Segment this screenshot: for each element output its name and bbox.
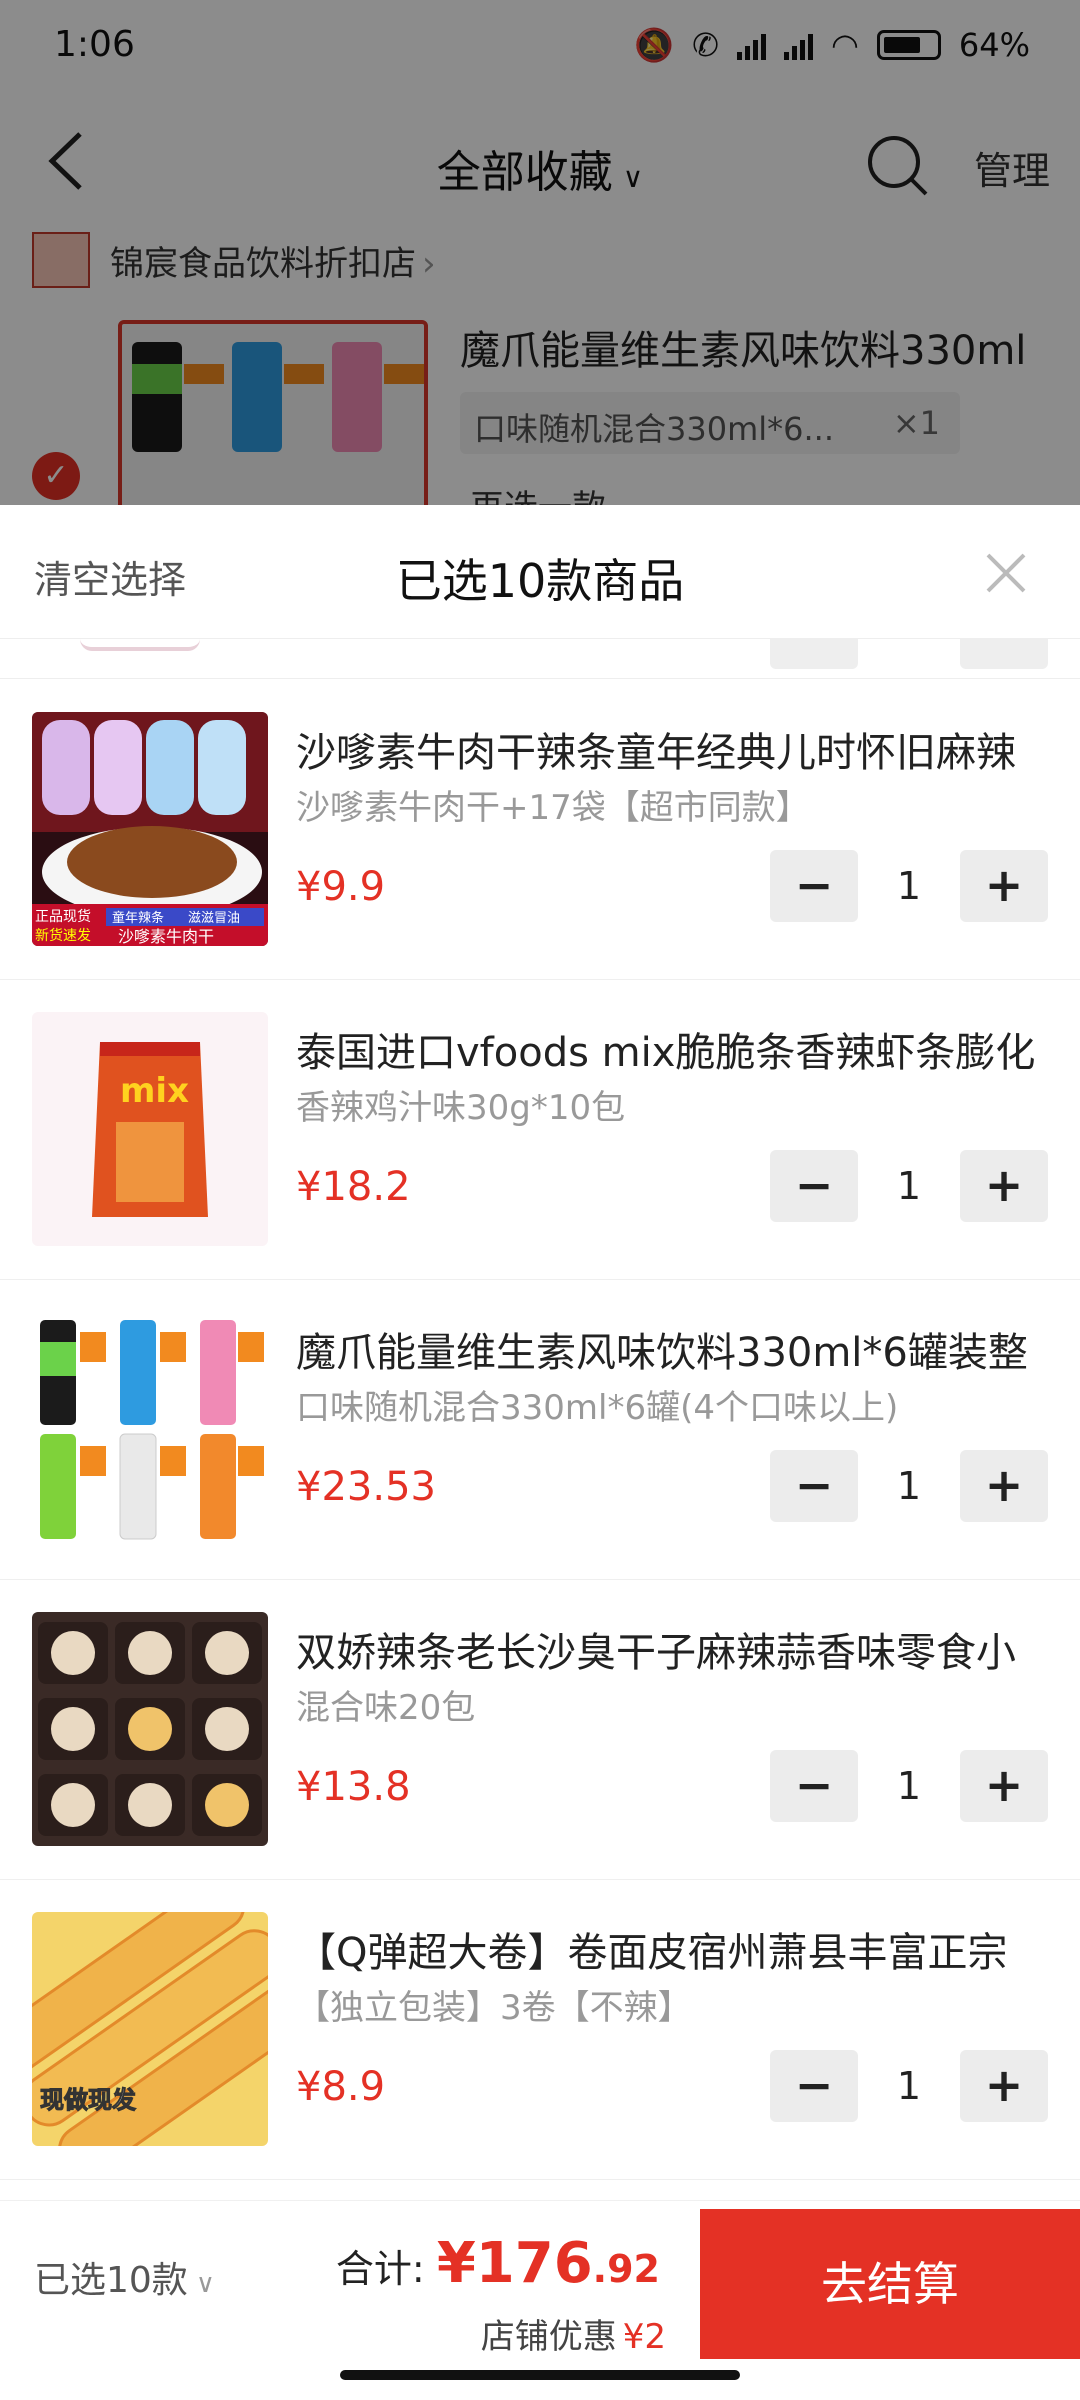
- sheet-header: 清空选择 已选10款商品: [0, 505, 1080, 639]
- product-thumbnail: [32, 1612, 268, 1846]
- product-spec[interactable]: 混合味20包: [296, 1680, 1046, 1729]
- quantity-value[interactable]: 1: [858, 864, 960, 908]
- list-item[interactable]: 现做现发 【Q弹超大卷】卷面皮宿州萧县丰富正宗 【独立包装】3卷【不辣】 ¥8.…: [0, 1880, 1080, 2180]
- product-title: 双娇辣条老长沙臭干子麻辣蒜香味零食小: [296, 1630, 1016, 1676]
- product-spec[interactable]: 沙嗲素牛肉干+17袋【超市同款】: [296, 780, 1046, 829]
- sheet-title: 已选10款商品: [395, 554, 685, 608]
- list-item[interactable]: 正品现货 新货速发 童年辣条 滋滋冒油 沙嗲素牛肉干 沙嗲素牛肉干辣条童年经典儿…: [0, 680, 1080, 980]
- product-price: ¥18.2: [296, 1164, 411, 1210]
- product-thumbnail: [32, 1312, 268, 1546]
- product-price: ¥13.8: [296, 1764, 411, 1810]
- total-price: 合计: ¥176.92: [335, 2231, 660, 2296]
- product-title: 沙嗲素牛肉干辣条童年经典儿时怀旧麻辣: [296, 730, 1016, 776]
- svg-text:mix: mix: [120, 1071, 189, 1111]
- decrease-button[interactable]: −: [770, 850, 858, 922]
- increase-button[interactable]: +: [960, 1750, 1048, 1822]
- decrease-button[interactable]: −: [770, 1450, 858, 1522]
- list-item[interactable]: mix 泰国进口vfoods mix脆脆条香辣虾条膨化 香辣鸡汁味30g*10包…: [0, 980, 1080, 1280]
- product-thumbnail: 正品现货 新货速发 童年辣条 滋滋冒油 沙嗲素牛肉干: [32, 712, 268, 946]
- quantity-stepper: − 1 +: [770, 1150, 1048, 1222]
- quantity-value[interactable]: 1: [858, 1164, 960, 1208]
- svg-text:沙嗲素牛肉干: 沙嗲素牛肉干: [118, 927, 214, 946]
- quantity-value[interactable]: 1: [858, 1464, 960, 1508]
- svg-text:滋滋冒油: 滋滋冒油: [188, 911, 240, 926]
- product-spec[interactable]: 口味随机混合330ml*6罐(4个口味以上): [296, 1380, 1046, 1429]
- selected-items-list: 正品现货 新货速发 童年辣条 滋滋冒油 沙嗲素牛肉干 沙嗲素牛肉干辣条童年经典儿…: [0, 680, 1080, 2180]
- list-item[interactable]: 魔爪能量维生素风味饮料330ml*6罐装整 口味随机混合330ml*6罐(4个口…: [0, 1280, 1080, 1580]
- product-thumbnail: mix: [32, 1012, 268, 1246]
- home-indicator[interactable]: [340, 2370, 740, 2380]
- quantity-stepper: − 1 +: [770, 2050, 1048, 2122]
- increase-button[interactable]: +: [960, 1150, 1048, 1222]
- selected-count-toggle[interactable]: 已选10款 ∨: [34, 2251, 215, 2303]
- increase-button[interactable]: +: [960, 1450, 1048, 1522]
- product-title: 【Q弹超大卷】卷面皮宿州萧县丰富正宗: [296, 1930, 1008, 1976]
- chevron-down-icon: ∨: [195, 2269, 215, 2299]
- quantity-stepper: − 1 +: [770, 1450, 1048, 1522]
- quantity-stepper: − 1 +: [770, 850, 1048, 922]
- selected-items-sheet: 清空选择 已选10款商品 正品现货 新货速发 童年辣条 滋滋冒油 沙嗲素牛肉干 …: [0, 505, 1080, 2400]
- product-thumbnail: 现做现发: [32, 1912, 268, 2146]
- decrease-button[interactable]: −: [770, 2050, 858, 2122]
- list-item[interactable]: 双娇辣条老长沙臭干子麻辣蒜香味零食小 混合味20包 ¥13.8 − 1 +: [0, 1580, 1080, 1880]
- shop-discount: 店铺优惠 ¥2: [480, 2317, 666, 2357]
- product-title: 泰国进口vfoods mix脆脆条香辣虾条膨化: [296, 1030, 1036, 1076]
- svg-text:现做现发: 现做现发: [40, 2086, 136, 2114]
- quantity-value[interactable]: 1: [858, 2064, 960, 2108]
- quantity-stepper: − 1 +: [770, 1750, 1048, 1822]
- quantity-value[interactable]: 1: [858, 1764, 960, 1808]
- svg-text:童年辣条: 童年辣条: [112, 910, 164, 926]
- close-icon[interactable]: [984, 551, 1028, 595]
- product-spec[interactable]: 【独立包装】3卷【不辣】: [296, 1980, 1046, 2029]
- product-price: ¥9.9: [296, 864, 386, 910]
- product-price: ¥8.9: [296, 2064, 386, 2110]
- background-page: 1:06 🔕 ✆ ◠ 64% 全部收藏 ∨ 管理 锦宸食品饮料折扣店 › 魔爪能…: [0, 0, 1080, 540]
- svg-text:新货速发: 新货速发: [35, 927, 91, 944]
- partial-list-item: [0, 639, 1080, 679]
- increase-button[interactable]: +: [960, 850, 1048, 922]
- increase-button[interactable]: +: [960, 2050, 1048, 2122]
- svg-text:正品现货: 正品现货: [35, 908, 91, 925]
- product-title: 魔爪能量维生素风味饮料330ml*6罐装整: [296, 1330, 1028, 1376]
- decrease-button[interactable]: −: [770, 1750, 858, 1822]
- decrease-button[interactable]: −: [770, 1150, 858, 1222]
- product-spec[interactable]: 香辣鸡汁味30g*10包: [296, 1080, 1046, 1129]
- dim-overlay[interactable]: [0, 0, 1080, 520]
- product-price: ¥23.53: [296, 1464, 436, 1510]
- checkout-button[interactable]: 去结算: [700, 2209, 1080, 2359]
